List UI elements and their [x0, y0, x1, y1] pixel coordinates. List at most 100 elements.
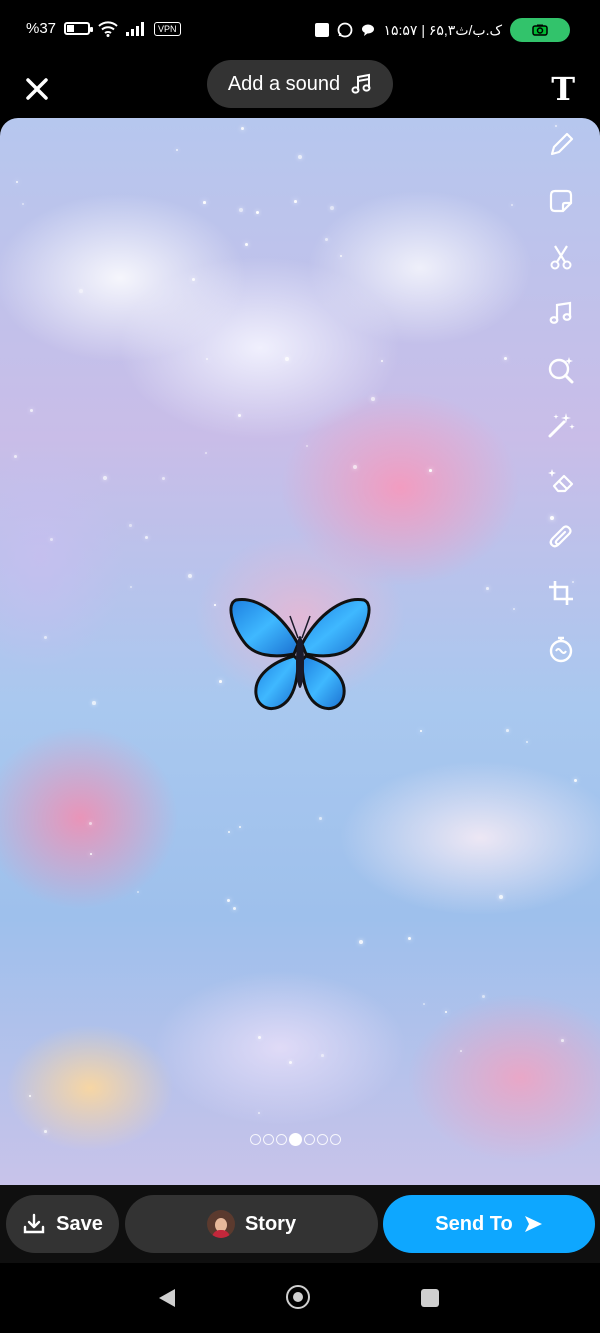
- sparkle: [340, 255, 343, 258]
- sparkle: [203, 201, 206, 204]
- sparkle: [321, 1054, 324, 1057]
- music-note-icon: [351, 73, 371, 94]
- add-sound-label: Add a sound: [227, 72, 341, 95]
- sparkle: [504, 357, 508, 361]
- sparkle: [192, 278, 196, 282]
- pagination-dot: [263, 1134, 274, 1145]
- sparkle: [145, 536, 148, 539]
- sparkle: [298, 155, 303, 160]
- pagination-dot: [250, 1134, 261, 1145]
- download-icon: [23, 1213, 45, 1234]
- butterfly-sticker[interactable]: [228, 596, 372, 718]
- close-icon[interactable]: [22, 74, 52, 104]
- music-icon[interactable]: [546, 298, 576, 328]
- sparkle: [506, 729, 509, 732]
- paperclip-icon[interactable]: [546, 522, 576, 552]
- magic-wand-icon[interactable]: [546, 410, 576, 440]
- battery-icon: [64, 22, 94, 35]
- chat-bubble-icon: [362, 24, 375, 36]
- pagination-dot: [304, 1134, 315, 1145]
- sparkle: [245, 243, 249, 247]
- sparkle: [44, 1130, 47, 1133]
- add-sound-button[interactable]: Add a sound: [207, 60, 393, 108]
- story-label: Story: [244, 1212, 297, 1235]
- sparkle: [92, 701, 96, 705]
- status-left: %37 VPN: [26, 20, 181, 37]
- sparkle: [239, 208, 243, 212]
- back-icon[interactable]: [157, 1287, 177, 1309]
- sparkle: [233, 907, 237, 911]
- pagination-dot: [330, 1134, 341, 1145]
- sparkle: [258, 1036, 261, 1039]
- sparkle: [162, 477, 166, 481]
- status-clock: ۱۵:۵۷ | ۶۵,۳ک.ب/ث: [383, 21, 502, 38]
- eraser-icon[interactable]: [546, 466, 576, 496]
- sparkle: [460, 1050, 462, 1052]
- sparkle: [90, 853, 92, 855]
- sticker-icon[interactable]: [546, 186, 576, 216]
- sparkle: [29, 1095, 32, 1098]
- status-bar: %37 VPN ۱۵:۵۷ | ۶۵,۳ک.ب/ث: [0, 0, 600, 60]
- sparkle: [423, 1003, 425, 1005]
- scissors-icon[interactable]: [546, 242, 576, 272]
- pencil-icon[interactable]: [546, 130, 576, 160]
- crop-icon[interactable]: [546, 578, 576, 608]
- sparkle: [22, 203, 24, 205]
- bottom-action-bar: Save Story Send To: [0, 1185, 600, 1263]
- snap-preview-canvas[interactable]: [0, 118, 600, 1185]
- sparkle: [381, 360, 384, 363]
- sparkle: [289, 1061, 293, 1065]
- sparkle: [258, 1112, 260, 1114]
- system-navigation-bar: [0, 1263, 600, 1333]
- pagination-dot: [317, 1134, 328, 1145]
- sparkle: [227, 899, 231, 903]
- pagination-dot: [276, 1134, 287, 1145]
- save-button[interactable]: Save: [6, 1195, 119, 1253]
- sparkle: [241, 127, 244, 130]
- sparkle: [499, 895, 504, 900]
- sparkle: [30, 409, 33, 412]
- sparkle: [306, 445, 309, 448]
- camera-active-indicator: [510, 18, 570, 42]
- sparkle: [129, 524, 132, 527]
- lens-search-icon[interactable]: [546, 354, 576, 384]
- sparkle: [219, 680, 222, 683]
- recent-apps-icon[interactable]: [421, 1289, 439, 1307]
- send-arrow-icon: [524, 1216, 542, 1232]
- avatar: [206, 1210, 235, 1238]
- text-tool-button[interactable]: T: [551, 70, 575, 108]
- editor-top-bar: Add a sound T: [0, 60, 600, 118]
- sparkle: [214, 604, 216, 606]
- sparkle: [103, 476, 107, 480]
- sparkle: [319, 817, 322, 820]
- home-icon[interactable]: [286, 1285, 310, 1309]
- sparkle: [408, 937, 411, 940]
- sparkle: [50, 538, 54, 542]
- sparkle: [486, 587, 489, 590]
- sparkle: [420, 730, 422, 732]
- timer-icon[interactable]: [546, 634, 576, 664]
- signal-icon: [126, 21, 145, 36]
- save-label: Save: [56, 1212, 103, 1235]
- sparkle: [513, 608, 516, 611]
- sparkle: [285, 357, 289, 361]
- sparkle: [429, 469, 432, 472]
- whatsapp-icon: [338, 22, 353, 38]
- sparkle: [44, 636, 48, 640]
- sparkle: [130, 586, 132, 588]
- sparkle: [330, 206, 335, 211]
- sparkle: [79, 289, 83, 293]
- pagination-dot-active: [289, 1133, 302, 1146]
- sparkle: [359, 940, 364, 945]
- sparkle: [205, 452, 208, 455]
- sparkle: [206, 358, 208, 360]
- sparkle: [561, 1039, 564, 1042]
- vpn-badge: VPN: [154, 21, 181, 36]
- sparkle: [239, 826, 241, 828]
- story-button[interactable]: Story: [125, 1195, 378, 1253]
- send-to-button[interactable]: Send To: [383, 1195, 595, 1253]
- sparkle: [526, 741, 529, 744]
- sparkle: [14, 455, 18, 459]
- sparkle: [256, 211, 260, 215]
- sparkle: [482, 995, 486, 999]
